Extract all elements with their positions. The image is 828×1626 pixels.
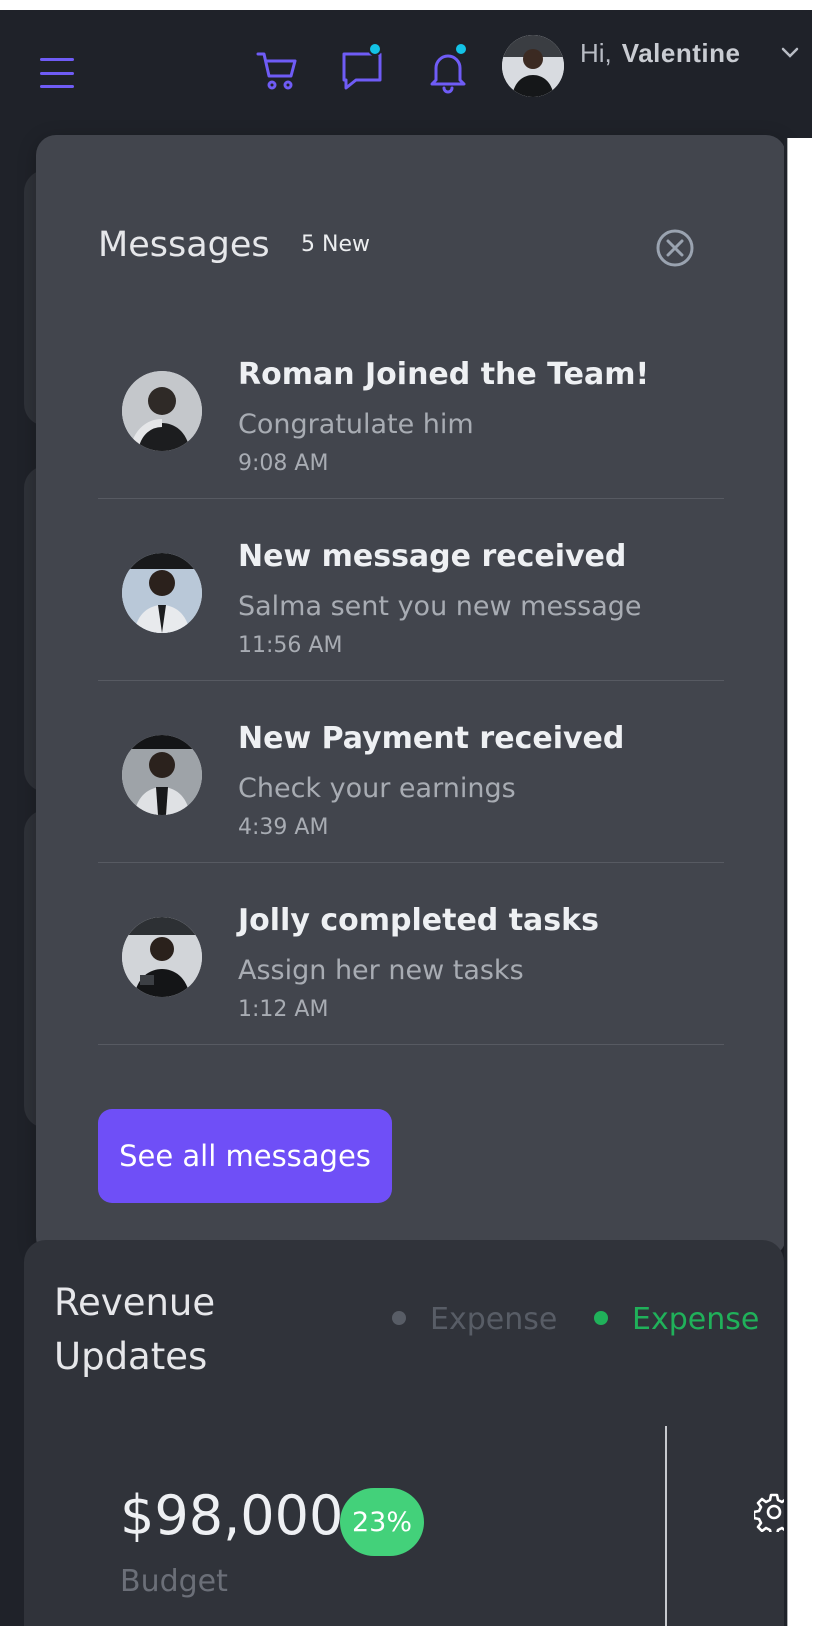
- message-subtitle: Check your earnings: [238, 773, 516, 804]
- panel-title: Messages: [98, 225, 270, 265]
- legend-item[interactable]: Expense: [594, 1302, 759, 1337]
- page-margin: [812, 0, 828, 1626]
- message-title: New message received: [238, 539, 627, 574]
- card-title: Revenue Updates: [54, 1281, 216, 1378]
- greeting-text: Hi,: [580, 38, 612, 68]
- scroll-edge: [784, 138, 812, 1626]
- message-subtitle: Assign her new tasks: [238, 955, 524, 986]
- message-item[interactable]: New message received Salma sent you new …: [98, 499, 724, 681]
- legend-label: Expense: [430, 1302, 558, 1337]
- bell-icon[interactable]: [424, 42, 472, 94]
- message-title: New Payment received: [238, 721, 625, 756]
- avatar: [122, 735, 202, 815]
- app-shell: Hi, Valentine Messages 5 New Roman Joined: [0, 10, 812, 1626]
- top-header: Hi, Valentine: [0, 10, 812, 128]
- message-title: Roman Joined the Team!: [238, 357, 650, 392]
- user-name: Valentine: [621, 38, 741, 68]
- avatar: [122, 371, 202, 451]
- notification-dot: [454, 42, 468, 56]
- message-title: Jolly completed tasks: [238, 903, 599, 938]
- cart-icon[interactable]: [254, 46, 302, 94]
- message-time: 9:08 AM: [238, 451, 329, 476]
- user-avatar[interactable]: [502, 35, 564, 97]
- legend-label: Expense: [632, 1302, 760, 1337]
- message-item[interactable]: New Payment received Check your earnings…: [98, 681, 724, 863]
- new-count-badge: 5 New: [301, 232, 370, 257]
- message-time: 11:56 AM: [238, 633, 343, 658]
- message-time: 1:12 AM: [238, 997, 329, 1022]
- change-badge: 23%: [340, 1488, 424, 1556]
- avatar: [122, 553, 202, 633]
- budget-amount: $98,000: [120, 1484, 344, 1547]
- message-item[interactable]: Roman Joined the Team! Congratulate him …: [98, 317, 724, 499]
- message-time: 4:39 AM: [238, 815, 329, 840]
- message-subtitle: Congratulate him: [238, 409, 474, 440]
- chevron-down-icon[interactable]: [780, 46, 800, 60]
- budget-label: Budget: [120, 1564, 228, 1599]
- menu-icon[interactable]: [40, 58, 74, 88]
- revenue-updates-card: Revenue Updates Expense Expense $98,000 …: [24, 1240, 784, 1626]
- messages-dropdown: Messages 5 New Roman Joined the Team! Co…: [36, 135, 786, 1257]
- message-subtitle: Salma sent you new message: [238, 591, 642, 622]
- user-greeting[interactable]: Hi, Valentine: [580, 38, 740, 69]
- message-item[interactable]: Jolly completed tasks Assign her new tas…: [98, 863, 724, 1045]
- legend-dot: [392, 1310, 406, 1325]
- notification-dot: [368, 42, 382, 56]
- legend-item[interactable]: Expense: [392, 1302, 557, 1337]
- legend-dot: [594, 1310, 608, 1325]
- close-icon[interactable]: [654, 227, 696, 269]
- avatar: [122, 917, 202, 997]
- see-all-messages-button[interactable]: See all messages: [98, 1109, 392, 1203]
- divider: [665, 1426, 667, 1626]
- chat-icon[interactable]: [338, 42, 386, 94]
